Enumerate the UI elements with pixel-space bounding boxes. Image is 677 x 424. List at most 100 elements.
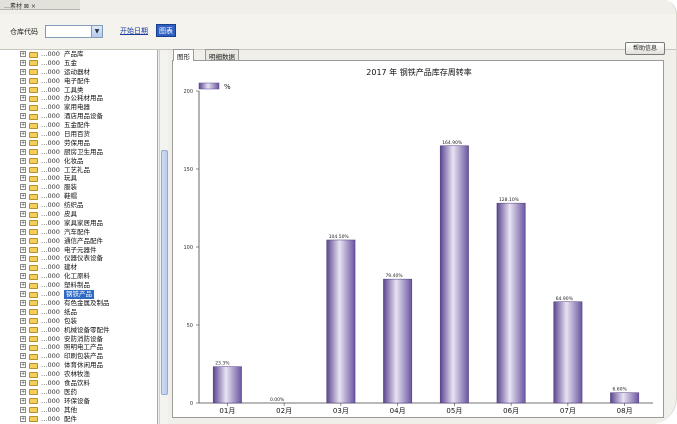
expand-icon[interactable]: + — [20, 326, 26, 333]
tree-item-label: 农林牧渔 — [64, 370, 90, 379]
tree-item-code: …000 — [41, 218, 60, 227]
expand-icon[interactable]: + — [20, 211, 26, 218]
tree-item[interactable]: + …000 汽车配件 — [0, 228, 157, 237]
chart-button[interactable]: 图表 — [156, 24, 176, 37]
expand-icon[interactable]: + — [20, 122, 26, 129]
expand-icon[interactable]: + — [20, 166, 26, 173]
expand-icon[interactable]: + — [20, 148, 26, 155]
expand-icon[interactable]: + — [20, 237, 26, 244]
expand-icon[interactable]: + — [20, 51, 26, 57]
scrollbar-thumb[interactable] — [161, 150, 168, 395]
tree-item[interactable]: + …000 产品库 — [0, 50, 157, 59]
tree-item[interactable]: + …000 机械设备零配件 — [0, 326, 157, 335]
tree-item[interactable]: + …000 建材 — [0, 263, 157, 272]
tree-item[interactable]: + …000 服装 — [0, 183, 157, 192]
tree-item[interactable]: + …000 工艺礼品 — [0, 166, 157, 175]
x-tick-label: 03月 — [333, 407, 349, 415]
tree-item[interactable]: + …000 钢铁产品 — [0, 290, 157, 299]
tree-item[interactable]: + …000 其他 — [0, 406, 157, 415]
tree-item-code: …000 — [41, 361, 60, 370]
chevron-down-icon[interactable]: ▼ — [91, 26, 102, 37]
tree-item[interactable]: + …000 农林牧渔 — [0, 370, 157, 379]
tree-item-label: 纸品 — [64, 307, 77, 316]
tree-item[interactable]: + …000 日用百货 — [0, 130, 157, 139]
expand-icon[interactable]: + — [20, 139, 26, 146]
tree-item[interactable]: + …000 化妆品 — [0, 157, 157, 166]
tree-item[interactable]: + …000 塑料制品 — [0, 281, 157, 290]
expand-icon[interactable]: + — [20, 59, 26, 66]
folder-icon — [29, 211, 38, 218]
expand-icon[interactable]: + — [20, 184, 26, 191]
bar-value-label: 6.60% — [612, 387, 627, 393]
tree-item[interactable]: + …000 纸品 — [0, 308, 157, 317]
tree-item[interactable]: + …000 环保设备 — [0, 397, 157, 406]
tree-item[interactable]: + …000 体育休闲用品 — [0, 361, 157, 370]
expand-icon[interactable]: + — [20, 291, 26, 298]
expand-icon[interactable]: + — [20, 77, 26, 84]
tree-item[interactable]: + …000 有色金属及制品 — [0, 299, 157, 308]
tree-item[interactable]: + …000 鞋帽 — [0, 192, 157, 201]
expand-icon[interactable]: + — [20, 371, 26, 378]
expand-icon[interactable]: + — [20, 362, 26, 369]
tree-item[interactable]: + …000 家用电器 — [0, 103, 157, 112]
expand-icon[interactable]: + — [20, 379, 26, 386]
tree-item[interactable]: + …000 配件 — [0, 415, 157, 424]
expand-icon[interactable]: + — [20, 344, 26, 351]
tree-item[interactable]: + …000 五金 — [0, 59, 157, 68]
expand-icon[interactable]: + — [20, 264, 26, 271]
tree-item[interactable]: + …000 医药 — [0, 388, 157, 397]
tree-item[interactable]: + …000 电子配件 — [0, 77, 157, 86]
tree-item[interactable]: + …000 仪器仪表设备 — [0, 254, 157, 263]
expand-icon[interactable]: + — [20, 104, 26, 111]
expand-icon[interactable]: + — [20, 273, 26, 280]
tree-item[interactable]: + …000 办公耗材用品 — [0, 94, 157, 103]
expand-icon[interactable]: + — [20, 175, 26, 182]
bar-value-label: 164.90% — [442, 140, 463, 146]
expand-icon[interactable]: + — [20, 353, 26, 360]
tree-item[interactable]: + …000 印刷包装产品 — [0, 352, 157, 361]
expand-icon[interactable]: + — [20, 68, 26, 75]
expand-icon[interactable]: + — [20, 86, 26, 93]
tree-item[interactable]: + …000 家具家居用品 — [0, 219, 157, 228]
expand-icon[interactable]: + — [20, 406, 26, 413]
query-link[interactable]: 开始日期 — [120, 26, 148, 36]
expand-icon[interactable]: + — [20, 397, 26, 404]
tree-item[interactable]: + …000 纺织品 — [0, 201, 157, 210]
expand-icon[interactable]: + — [20, 282, 26, 289]
expand-icon[interactable]: + — [20, 299, 26, 306]
tree-item[interactable]: + …000 酒店用品设备 — [0, 112, 157, 121]
tree-item[interactable]: + …000 玩具 — [0, 174, 157, 183]
folder-icon — [29, 238, 38, 245]
tree-item[interactable]: + …000 通信产品配件 — [0, 237, 157, 246]
tree-item[interactable]: + …000 皮具 — [0, 210, 157, 219]
tree-scrollbar[interactable] — [159, 50, 168, 424]
tree-item[interactable]: + …000 照明电工产品 — [0, 343, 157, 352]
expand-icon[interactable]: + — [20, 228, 26, 235]
expand-icon[interactable]: + — [20, 335, 26, 342]
expand-icon[interactable]: + — [20, 255, 26, 262]
warehouse-select[interactable]: ▼ — [45, 25, 103, 38]
tree-item[interactable]: + …000 运动器材 — [0, 68, 157, 77]
tree-item[interactable]: + …000 厨房卫生用品 — [0, 148, 157, 157]
expand-icon[interactable]: + — [20, 415, 26, 422]
expand-icon[interactable]: + — [20, 193, 26, 200]
expand-icon[interactable]: + — [20, 202, 26, 209]
expand-icon[interactable]: + — [20, 308, 26, 315]
expand-icon[interactable]: + — [20, 95, 26, 102]
tab-graph[interactable]: 图形 — [173, 49, 194, 61]
expand-icon[interactable]: + — [20, 219, 26, 226]
expand-icon[interactable]: + — [20, 246, 26, 253]
expand-icon[interactable]: + — [20, 157, 26, 164]
tree-item[interactable]: + …000 五金配件 — [0, 121, 157, 130]
folder-icon — [29, 327, 38, 334]
expand-icon[interactable]: + — [20, 317, 26, 324]
tree-item[interactable]: + …000 包装 — [0, 317, 157, 326]
bar — [610, 392, 640, 404]
tree-item[interactable]: + …000 劳保用品 — [0, 139, 157, 148]
expand-icon[interactable]: + — [20, 131, 26, 138]
tree-item[interactable]: + …000 食品饮料 — [0, 379, 157, 388]
help-button[interactable]: 帮助信息 — [625, 42, 665, 55]
expand-icon[interactable]: + — [20, 113, 26, 120]
expand-icon[interactable]: + — [20, 388, 26, 395]
tree-item[interactable]: + …000 化工原料 — [0, 272, 157, 281]
